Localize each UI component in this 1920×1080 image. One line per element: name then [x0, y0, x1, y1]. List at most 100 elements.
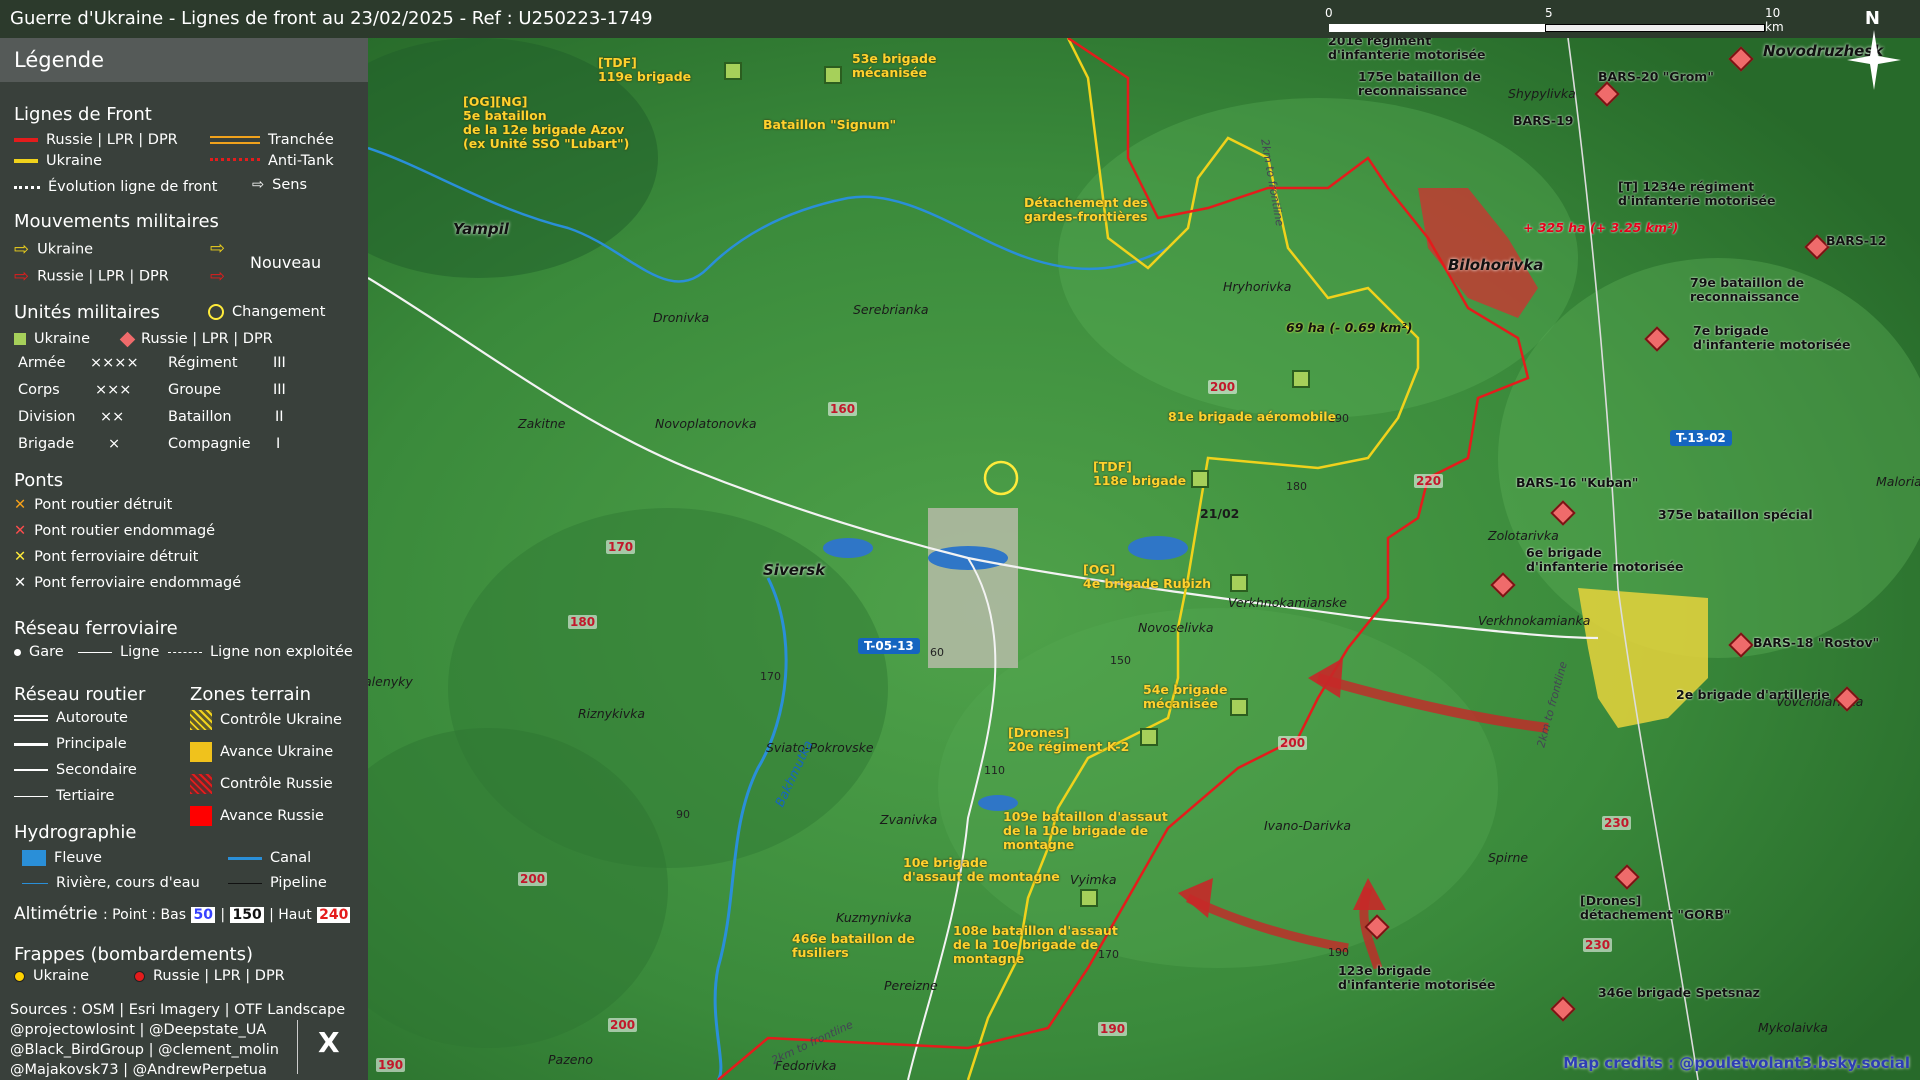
echelon-symbol: I [276, 436, 281, 452]
ukraine-unit-icon[interactable] [824, 66, 842, 84]
altitude-point: 190 [376, 1058, 406, 1072]
place-label: Shypylivka [1508, 86, 1576, 101]
ukraine-unit-icon[interactable] [1230, 574, 1248, 592]
ukraine-unit-icon[interactable] [724, 62, 742, 80]
town-bilohorivka: Bilohorivka [1448, 256, 1544, 274]
scale-segment-white [1329, 24, 1545, 32]
ukraine-unit-label: 109e bataillon d'assaut de la 10e brigad… [1003, 809, 1168, 852]
ukraine-unit-icon[interactable] [1292, 370, 1310, 388]
direction-arrow-icon: ⇨ [252, 177, 265, 193]
russia-unit-label: 2e brigade d'artillerie [1676, 687, 1830, 702]
ukraine-unit-label: [TDF] 118e brigade [1093, 459, 1187, 488]
evolution-swatch [14, 185, 40, 189]
echelon-symbol: ×× [100, 409, 125, 425]
russia-unit-label: 123e brigade d'infanterie motorisée [1338, 963, 1496, 992]
x-logo-icon[interactable]: X [318, 1026, 340, 1059]
russia-unit-label: BARS-12 [1826, 233, 1887, 248]
legend-river: Rivière, cours d'eau [22, 875, 200, 891]
altitude-point: 200 [1208, 380, 1238, 394]
russia-line-swatch [14, 138, 38, 142]
lake [1128, 536, 1188, 560]
legend-sources: Sources : OSM | Esri Imagery | OTF Lands… [10, 1000, 345, 1080]
ukraine-unit-icon[interactable] [1140, 728, 1158, 746]
ukraine-control-swatch [190, 710, 212, 730]
russia-gain-annotation: + 325 ha (+ 3.25 km²) [1523, 220, 1679, 235]
ukraine-unit-label: 108e bataillon d'assaut de la 10e brigad… [953, 923, 1118, 966]
station-dot-icon [14, 648, 21, 656]
echelon-symbol: II [275, 409, 284, 425]
echelon-symbol: III [273, 355, 286, 371]
altitude-point: 230 [1602, 816, 1632, 830]
russia-unit-swatch [119, 331, 136, 347]
legend-pipeline: Pipeline [228, 875, 327, 891]
legend-zones-title: Zones terrain [190, 684, 311, 705]
altitude-point: 200 [1278, 736, 1308, 750]
place-label: Spirne [1488, 850, 1529, 865]
altitude-small: 170 [760, 670, 781, 683]
ukraine-unit-label: 53e brigade mécanisée [852, 51, 937, 80]
bridge-road-damaged-icon: ✕ [14, 523, 27, 539]
legend-antitank: Anti-Tank [210, 153, 334, 169]
place-label: Hryhorivka [1223, 279, 1292, 294]
altitude-small: 180 [1286, 480, 1307, 493]
legend-altimetry: Altimétrie : Point : Bas 50 | 150 | Haut… [14, 904, 351, 924]
altitude-small: 90 [676, 808, 690, 821]
legend-bridge: ✕ Pont routier détruit [14, 497, 173, 513]
legend-units-title: Unités militaires [14, 302, 160, 323]
place-label: alenyky [368, 674, 413, 689]
altitude-small: 110 [984, 764, 1005, 777]
ukraine-unit-label: [OG] 4e brigade Rubizh [1083, 562, 1212, 591]
altitude-point: 190 [1098, 1022, 1128, 1036]
echelon-symbol: III [273, 382, 286, 398]
pipeline-swatch [228, 882, 262, 884]
place-label: Zakitne [518, 416, 566, 431]
legend-road: Secondaire [14, 762, 137, 778]
legend-roads-title: Réseau routier [14, 684, 146, 705]
altitude-point: 200 [608, 1018, 638, 1032]
legend-river-big: Fleuve [22, 850, 102, 866]
legend-panel: Légende Lignes de Front Russie | LPR | D… [0, 38, 368, 1080]
legend-bridge: ✕ Pont ferroviaire endommagé [14, 575, 242, 591]
ukraine-unit-label: 54e brigade mécanisée [1143, 682, 1228, 711]
place-label: Mykolaivka [1758, 1020, 1828, 1035]
legend-zone: Avance Russie [190, 806, 324, 826]
town-yampil: Yampil [453, 220, 509, 238]
legend-change: Changement [208, 304, 325, 320]
legend-move-ukraine: ⇨ Ukraine [14, 239, 94, 260]
bridge-rail-destroyed-icon: ✕ [14, 549, 27, 565]
change-circle-icon [208, 304, 224, 320]
echelon-name: Groupe [168, 382, 222, 398]
place-label: Pazeno [548, 1052, 594, 1067]
highway-swatch [14, 715, 48, 721]
ukraine-unit-icon[interactable] [1191, 470, 1209, 488]
north-label: N [1864, 8, 1880, 29]
strike-russia-icon [134, 970, 145, 982]
map-canvas[interactable]: Siversk Bilohorivka Yampil Novodruzhesk … [368, 38, 1920, 1080]
russia-advance-swatch [190, 806, 212, 826]
legend-station: Gare [14, 644, 64, 660]
legend-strike-ukraine: Ukraine [14, 968, 89, 984]
ukraine-unit-label: 466e bataillon de fusiliers [792, 931, 915, 960]
siversk-urban [928, 508, 1018, 668]
russia-unit-label: 375e bataillon spécial [1658, 507, 1813, 522]
place-label: Kuzmynivka [836, 910, 912, 925]
ukraine-unit-icon[interactable] [1080, 889, 1098, 907]
altitude-point: 160 [828, 402, 858, 416]
legend-road: Autoroute [14, 710, 128, 726]
echelon-name: Division [18, 409, 76, 425]
russia-unit-label: BARS-19 [1513, 113, 1574, 128]
echelon-name: Armée [18, 355, 66, 371]
bridge-rail-damaged-icon: ✕ [14, 575, 27, 591]
ukraine-unit-icon[interactable] [1230, 698, 1248, 716]
place-label: Zolotarivka [1488, 528, 1559, 543]
echelon-symbol: × [108, 436, 121, 452]
place-label: Dronivka [653, 310, 710, 325]
river-swatch [22, 882, 48, 884]
place-label: Novoplatonovka [655, 416, 757, 431]
place-label: Novoselivka [1138, 620, 1214, 635]
russia-control-swatch [190, 774, 212, 794]
ukraine-unit-label: [Drones] 20e régiment K-2 [1008, 725, 1130, 754]
altitude-small: 150 [1110, 654, 1131, 667]
place-label: Zvanivka [880, 812, 938, 827]
road-badge: T-13-02 [1670, 430, 1732, 446]
